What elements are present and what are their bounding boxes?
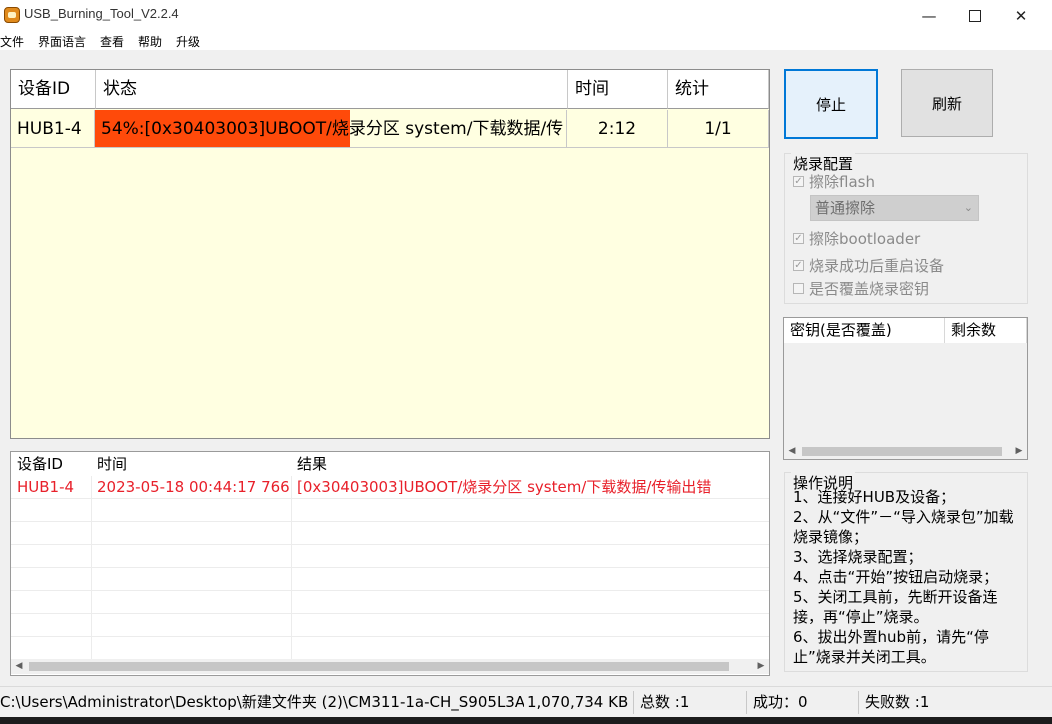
reboot-after-label: 烧录成功后重启设备 (809, 257, 945, 275)
log-row-empty (11, 522, 769, 545)
time-cell[interactable]: 2:12 (567, 110, 668, 148)
log-scrollbar[interactable]: ◀ ▶ (11, 659, 769, 674)
key-list[interactable]: 密钥(是否覆盖) 剩余数 ◀ ▶ (783, 317, 1028, 460)
log-col-header-time[interactable]: 时间 (91, 452, 291, 476)
title-bar: USB_Burning_Tool_V2.2.4 — ✕ (0, 0, 1052, 32)
reboot-after-check-icon: ✓ (793, 260, 804, 271)
status-size: 1,070,734 KB (527, 693, 629, 711)
log-col-header-device-id[interactable]: 设备ID (11, 452, 91, 476)
instructions-text: 1、连接好HUB及设备； 2、从“文件”－“导入烧录包”加载烧录镜像； 3、选择… (793, 488, 1014, 666)
instructions-group: 操作说明 1、连接好HUB及设备； 2、从“文件”－“导入烧录包”加载烧录镜像；… (784, 472, 1028, 672)
erase-bootloader-checkbox[interactable]: ✓ 擦除bootloader (793, 228, 920, 249)
key-col-header-key[interactable]: 密钥(是否覆盖) (784, 318, 945, 343)
status-success: 成功：0 (753, 693, 808, 711)
erase-mode-value: 普通擦除 (815, 199, 876, 217)
log-time: 2023-05-18 00:44:17 766 (97, 478, 290, 496)
menu-upgrade[interactable]: 升级 (176, 33, 200, 50)
log-row-empty (11, 545, 769, 568)
overwrite-key-check-icon (793, 283, 804, 294)
status-separator (858, 691, 859, 714)
stop-button[interactable]: 停止 (784, 69, 878, 139)
log-device-id: HUB1-4 (17, 478, 75, 496)
status-fail: 失败数 :1 (865, 693, 930, 711)
burn-config-group: 烧录配置 ✓ 擦除flash ✓ 擦除bootloader ✓ 烧录成功后重启设… (784, 153, 1028, 304)
erase-bootloader-check-icon: ✓ (793, 233, 804, 244)
col-header-status[interactable]: 状态 (96, 70, 568, 109)
scroll-right-icon[interactable]: ▶ (753, 659, 769, 674)
status-cell[interactable]: 54%:[0x30403003]UBOOT/烧录分区 system/下载数据/传 (95, 110, 567, 148)
status-total: 总数 :1 (640, 693, 690, 711)
taskbar-strip (0, 717, 1052, 724)
refresh-button[interactable]: 刷新 (901, 69, 993, 137)
log-row-empty (11, 614, 769, 637)
log-col-header-result[interactable]: 结果 (291, 452, 769, 476)
menu-help[interactable]: 帮助 (138, 33, 162, 50)
col-header-device-id[interactable]: 设备ID (11, 70, 96, 109)
close-button[interactable]: ✕ (998, 0, 1044, 32)
app-icon (4, 7, 20, 23)
scroll-thumb[interactable] (802, 447, 1002, 456)
overwrite-key-label: 是否覆盖烧录密钥 (809, 280, 930, 298)
scroll-left-icon[interactable]: ◀ (11, 659, 27, 674)
log-row[interactable]: HUB1-4 2023-05-18 00:44:17 766 [0x304030… (11, 476, 769, 499)
overwrite-key-checkbox[interactable]: 是否覆盖烧录密钥 (793, 278, 929, 299)
erase-bootloader-label: 擦除bootloader (809, 230, 921, 248)
menu-file[interactable]: 文件 (0, 33, 24, 50)
device-grid[interactable]: 设备ID 状态 时间 统计 HUB1-4 54%:[0x30403003]UBO… (10, 69, 770, 439)
col-header-time[interactable]: 时间 (568, 70, 668, 109)
status-separator (746, 691, 747, 714)
log-result: [0x30403003]UBOOT/烧录分区 system/下载数据/传输出错 (297, 478, 712, 496)
log-row-empty (11, 591, 769, 614)
key-col-header-remaining[interactable]: 剩余数 (945, 318, 1027, 343)
erase-flash-check-icon: ✓ (793, 176, 804, 187)
menu-language[interactable]: 界面语言 (38, 33, 86, 50)
reboot-after-checkbox[interactable]: ✓ 烧录成功后重启设备 (793, 255, 944, 276)
key-list-scrollbar[interactable]: ◀ ▶ (784, 444, 1027, 459)
erase-mode-select[interactable]: 普通擦除 ⌄ (810, 195, 979, 221)
status-path: C:\Users\Administrator\Desktop\新建文件夹 (2)… (0, 693, 524, 711)
erase-flash-label: 擦除flash (809, 173, 875, 191)
scroll-right-icon[interactable]: ▶ (1011, 444, 1027, 459)
status-separator (633, 691, 634, 714)
window-title: USB_Burning_Tool_V2.2.4 (24, 6, 179, 21)
status-bar: C:\Users\Administrator\Desktop\新建文件夹 (2)… (0, 686, 1052, 717)
log-row-empty (11, 568, 769, 591)
col-header-stats[interactable]: 统计 (668, 70, 769, 109)
menu-view[interactable]: 查看 (100, 33, 124, 50)
log-grid[interactable]: 设备ID 时间 结果 HUB1-4 2023-05-18 00:44:17 76… (10, 451, 770, 676)
menu-bar: 文件 界面语言 查看 帮助 升级 (0, 32, 1052, 50)
maximize-icon (969, 10, 981, 22)
minimize-button[interactable]: — (906, 0, 952, 32)
erase-flash-checkbox[interactable]: ✓ 擦除flash (793, 171, 875, 192)
scroll-thumb[interactable] (29, 662, 729, 671)
log-row-empty (11, 499, 769, 522)
log-row-empty (11, 637, 769, 660)
scroll-left-icon[interactable]: ◀ (784, 444, 800, 459)
device-id-cell[interactable]: HUB1-4 (11, 110, 95, 148)
chevron-down-icon: ⌄ (963, 201, 973, 214)
stats-cell[interactable]: 1/1 (668, 110, 769, 148)
maximize-button[interactable] (952, 0, 998, 32)
